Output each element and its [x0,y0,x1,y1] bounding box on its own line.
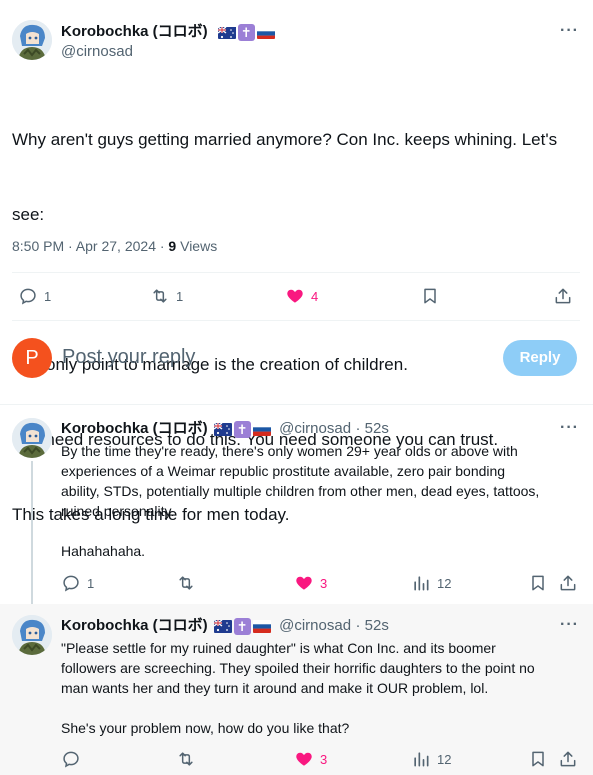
tweet-line: Why aren't guys getting married anymore?… [12,130,558,149]
reply-handle[interactable]: @cirnosad [279,617,351,634]
tweet-line: see: [12,205,45,224]
reply-display-name[interactable]: Korobochka (コロボ) [61,420,208,437]
heart-icon [296,576,312,590]
reply-action[interactable]: 1 [61,573,94,593]
reply-icon [63,575,79,592]
share-icon [560,751,576,767]
reply-header: Korobochka (コロボ) ✝ @cirnosad · 52s [61,616,389,636]
retweet-action[interactable] [176,573,202,593]
share-action[interactable] [558,749,578,769]
cross-icon: ✝ [233,618,251,635]
thread-line [31,461,33,611]
australia-flag-icon [213,423,232,436]
reply-input[interactable]: Post your reply [62,346,195,369]
reply-icon [63,751,79,768]
reply-author-avatar[interactable] [12,418,52,458]
share-action[interactable] [558,573,578,593]
reply-age[interactable]: · 52s [356,617,389,634]
russia-flag-icon [256,26,275,39]
analytics-icon [414,752,429,767]
bookmark-icon [532,751,544,767]
reply-count: 1 [44,288,52,304]
analytics-icon [414,576,429,591]
retweet-icon [153,289,167,303]
retweet-icon [179,752,193,766]
profile-badges: ✝ [213,421,271,438]
australia-flag-icon [213,620,232,633]
russia-flag-icon [252,423,271,436]
tweet-meta: 8:50 PM · Apr 27, 2024 · 9 Views [12,238,217,254]
bookmark-action[interactable] [528,573,548,593]
reply-button[interactable]: Reply [503,340,577,376]
retweet-action[interactable] [176,749,202,769]
divider [0,404,593,405]
share-icon [560,575,576,591]
author-display-name[interactable]: Korobochka (コロボ) [61,23,208,40]
reply-author-avatar[interactable] [12,615,52,655]
australia-flag-icon [217,26,236,39]
more-horizontal-icon[interactable]: ··· [560,616,579,634]
like-count: 3 [320,751,328,767]
bookmark-action[interactable] [528,749,548,769]
more-horizontal-icon[interactable]: ··· [560,22,579,40]
like-action[interactable]: 4 [285,286,318,306]
views-label: Views [176,238,218,254]
reply-display-name[interactable]: Korobochka (コロボ) [61,617,208,634]
share-icon [555,288,571,304]
divider [12,320,580,321]
retweet-count: 1 [176,288,184,304]
bookmark-action[interactable] [420,286,440,306]
like-count: 4 [311,288,319,304]
tweet-timestamp[interactable]: 8:50 PM · Apr 27, 2024 · [12,238,168,254]
reply-text: "Please settle for my ruined daughter" i… [61,640,535,736]
user-avatar[interactable]: P [12,338,52,378]
reply-count: 1 [87,575,95,591]
cross-icon: ✝ [237,24,255,41]
author-handle[interactable]: @cirnosad [61,42,133,62]
reply-age[interactable]: · 52s [356,420,389,437]
like-action[interactable]: 3 [294,749,327,769]
reply-text: By the time they're ready, there's only … [61,443,540,559]
author-avatar[interactable] [12,20,52,60]
heart-icon [296,752,312,766]
like-action[interactable]: 3 [294,573,327,593]
retweet-icon [179,576,193,590]
heart-icon [287,289,303,303]
views-count: 12 [437,575,452,591]
share-action[interactable] [553,286,573,306]
bookmark-icon [532,575,544,591]
retweet-action[interactable]: 1 [150,286,183,306]
divider [12,272,580,273]
like-count: 3 [320,575,328,591]
profile-badges: ✝ [217,24,275,41]
more-horizontal-icon[interactable]: ··· [560,419,579,437]
reply-icon [20,288,36,305]
reply-header: Korobochka (コロボ) ✝ @cirnosad · 52s [61,419,389,439]
russia-flag-icon [252,620,271,633]
bookmark-icon [424,288,436,304]
reply-action[interactable]: 1 [18,286,51,306]
views-count: 12 [437,751,452,767]
reply-handle[interactable]: @cirnosad [279,420,351,437]
cross-icon: ✝ [233,421,251,438]
reply-action[interactable] [61,749,87,769]
views-action[interactable]: 12 [411,749,451,769]
profile-badges: ✝ [213,618,271,635]
author-name-row: Korobochka (コロボ) ✝ [61,22,275,42]
views-action[interactable]: 12 [411,573,451,593]
